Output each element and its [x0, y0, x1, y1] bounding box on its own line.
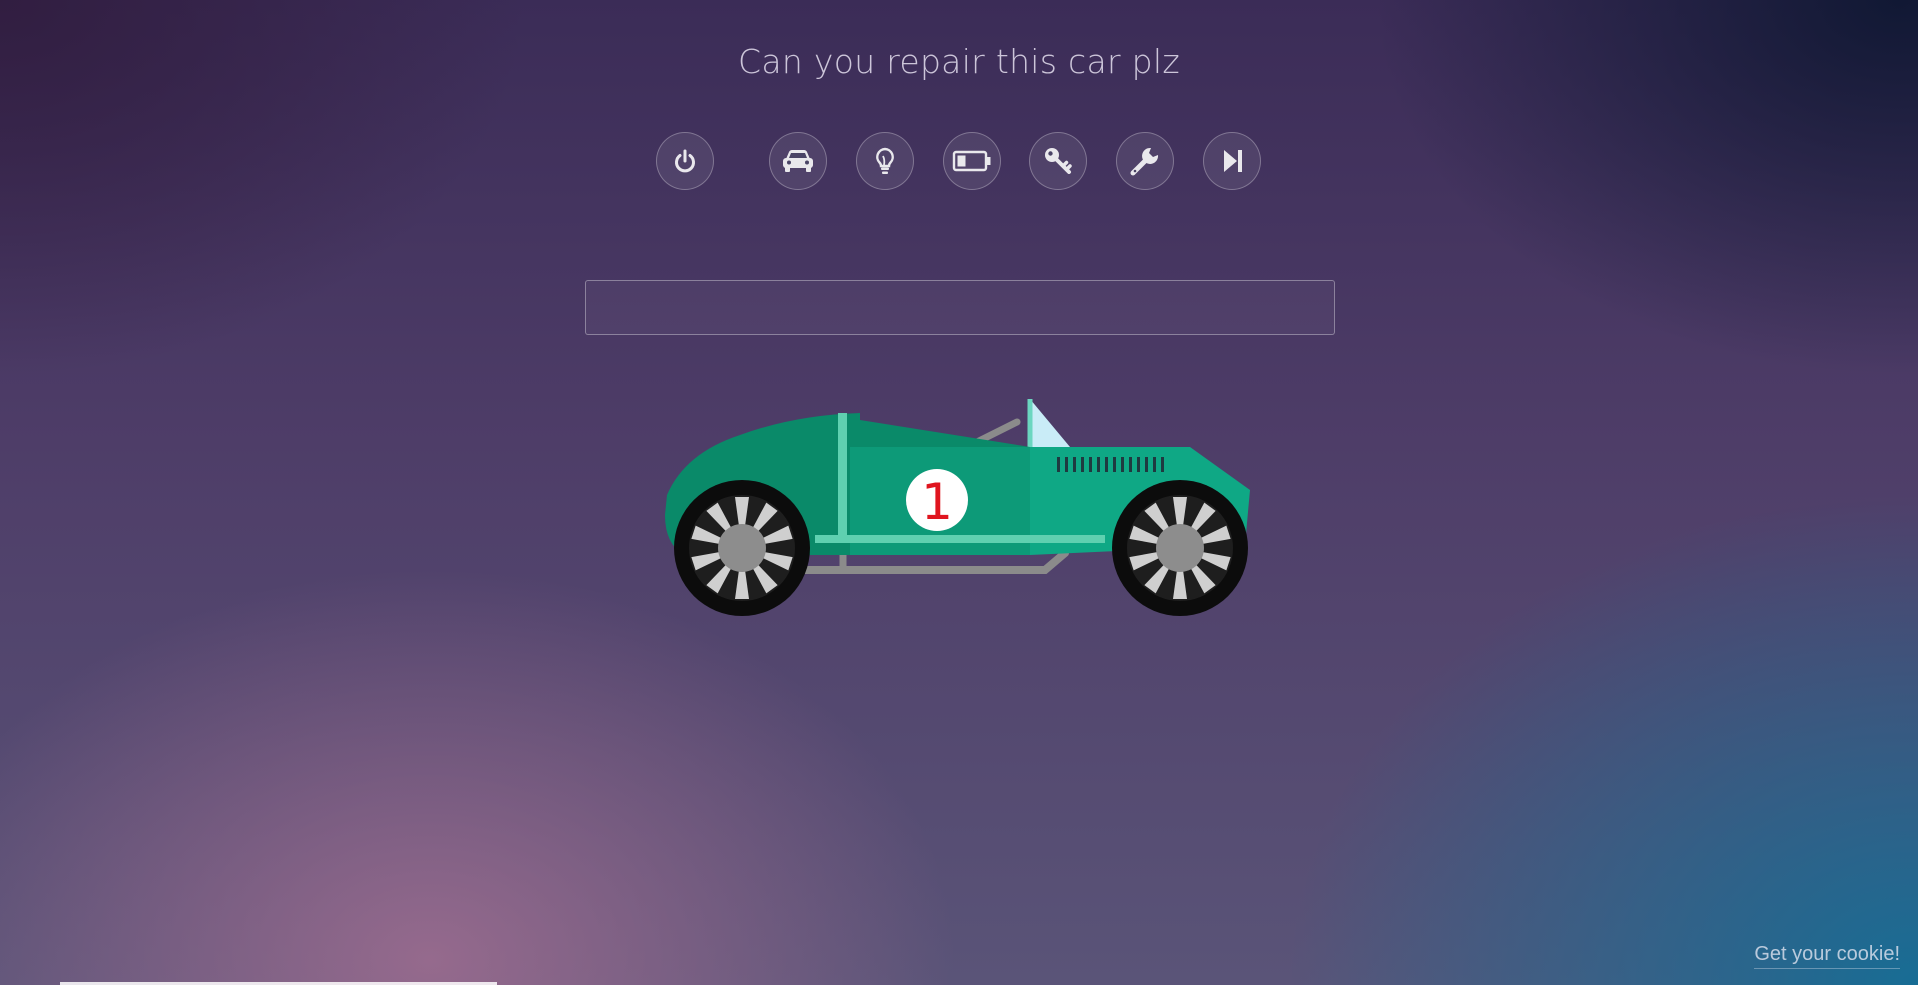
race-number: 1 [921, 473, 953, 531]
wrench-icon [1130, 147, 1159, 176]
light-button[interactable] [856, 132, 914, 190]
rear-wheel [674, 480, 810, 616]
battery-button[interactable] [943, 132, 1001, 190]
lightbulb-icon [876, 147, 894, 174]
tool-toolbar [0, 132, 1918, 194]
wrench-button[interactable] [1116, 132, 1174, 190]
key-icon [1045, 148, 1072, 174]
race-car: 1 [655, 395, 1255, 620]
key-button[interactable] [1029, 132, 1087, 190]
battery-icon [952, 150, 991, 172]
page-title: Can you repair this car plz [738, 42, 1180, 81]
race-car-illustration: 1 [665, 399, 1250, 616]
power-button[interactable] [656, 132, 714, 190]
car-button[interactable] [769, 132, 827, 190]
answer-input[interactable] [585, 280, 1335, 335]
front-wheel [1112, 480, 1248, 616]
car-icon [783, 150, 813, 172]
skip-forward-icon [1224, 150, 1242, 172]
power-icon [675, 149, 695, 173]
get-cookie-link[interactable]: Get your cookie! [1754, 943, 1900, 969]
skip-button[interactable] [1203, 132, 1261, 190]
